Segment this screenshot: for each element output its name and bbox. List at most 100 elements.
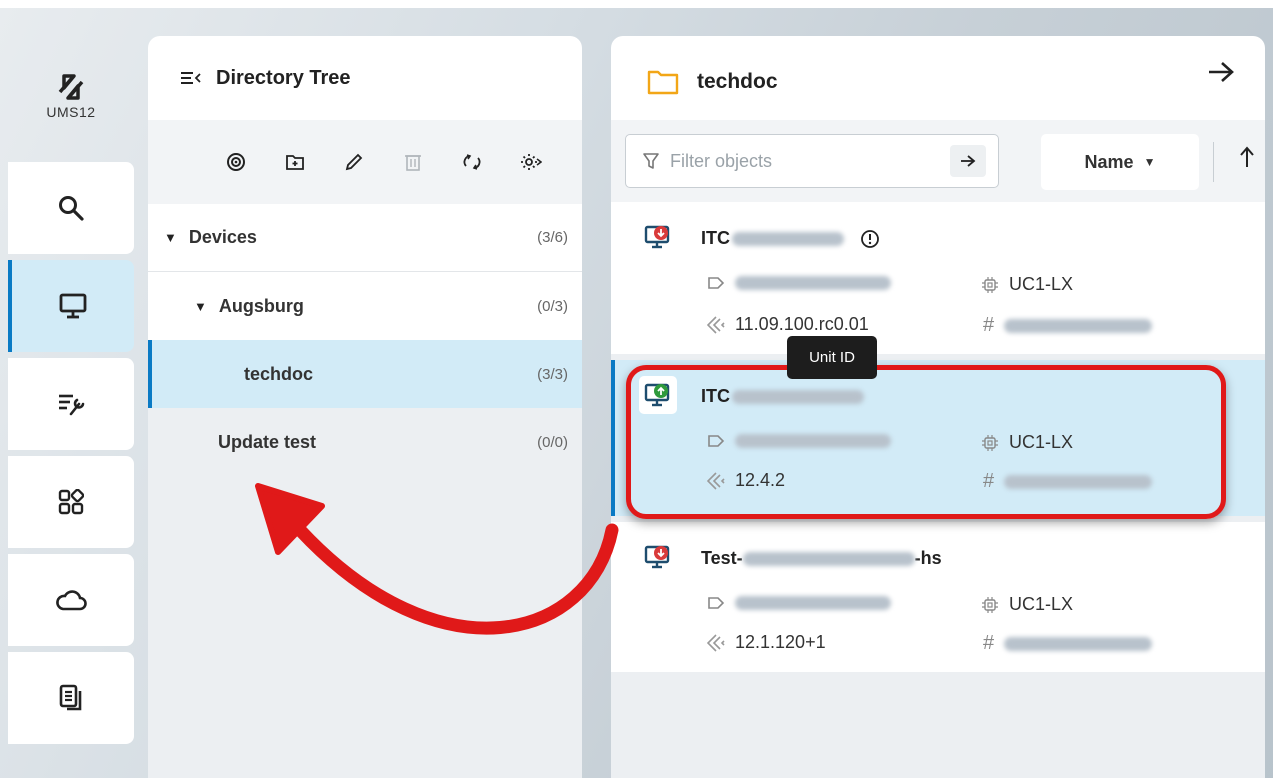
chevron-down-icon: ▼ [1143, 155, 1156, 169]
content-header: techdoc [611, 36, 1265, 120]
delete-icon [404, 155, 421, 171]
unit-id-tooltip: Unit ID [787, 336, 877, 379]
device-model: UC1-LX [1009, 594, 1074, 614]
logo-icon [58, 74, 84, 100]
top-border [0, 0, 1287, 8]
unit-id-row [707, 596, 891, 610]
collapse-menu-icon[interactable] [180, 70, 202, 86]
device-name-suffix: -hs [914, 548, 942, 568]
tree-node-techdoc[interactable]: techdoc (3/3) [148, 340, 582, 408]
search-icon [59, 196, 84, 221]
redacted-value [742, 551, 915, 566]
toolbar-divider [1213, 142, 1214, 182]
device-name: ITC [701, 228, 880, 249]
sort-field-button[interactable]: Name ▼ [1041, 134, 1199, 190]
rail-cloud-button[interactable] [8, 554, 134, 646]
device-name: Test- -hs [701, 548, 942, 569]
right-border [1273, 0, 1287, 778]
redacted-value [732, 231, 844, 246]
tree-toolbar [148, 120, 582, 204]
hash-icon: # [983, 632, 995, 654]
tree-node-devices[interactable]: ▼ Devices (3/6) [148, 204, 582, 272]
tree-node-label: Augsburg [218, 295, 304, 316]
device-item[interactable]: Test- -hs UC1-LX 12.1.120+1 # [611, 522, 1265, 672]
refresh-button[interactable] [442, 142, 501, 182]
tag-icon [708, 597, 725, 609]
expand-caret-icon[interactable]: ▼ [164, 230, 177, 245]
device-firmware: 12.1.120+1 [735, 632, 826, 652]
document-icon [59, 684, 82, 711]
firmware-icon [707, 633, 725, 652]
ip-row: # [983, 632, 1153, 655]
tree-node-count: (0/0) [537, 433, 568, 451]
tree-title: Directory Tree [216, 66, 351, 89]
folder-title: techdoc [697, 70, 778, 93]
tree-node-count: (3/6) [537, 229, 568, 246]
config-tools-icon [59, 394, 85, 416]
tree-node-count: (3/3) [537, 365, 568, 383]
firmware-row: 12.1.120+1 [707, 632, 826, 653]
apps-grid-icon [58, 489, 84, 515]
firmware-row: 11.09.100.rc0.01 [707, 314, 869, 335]
filter-box [625, 134, 999, 188]
sort-direction-icon[interactable] [1239, 146, 1255, 168]
rail-logs-button[interactable] [8, 652, 134, 744]
chip-icon [982, 596, 998, 613]
sort-field-label: Name [1084, 151, 1134, 172]
tag-icon [708, 277, 725, 289]
ip-row: # [983, 314, 1153, 337]
app-logo: UMS12 [8, 36, 134, 156]
cloud-icon [56, 590, 87, 611]
warning-icon [861, 229, 879, 248]
monitor-offline-icon [644, 225, 670, 249]
monitor-offline-icon [644, 545, 670, 569]
firmware-icon [707, 315, 725, 334]
tree-header: Directory Tree [148, 36, 582, 120]
tree-node-label: Update test [218, 431, 317, 452]
new-folder-icon [285, 155, 304, 170]
edit-icon [345, 153, 362, 171]
redacted-value [1004, 636, 1153, 651]
content-toolbar: Name ▼ [611, 120, 1265, 202]
locate-button[interactable] [206, 142, 265, 182]
new-folder-button[interactable] [265, 142, 324, 182]
settings-icon [520, 154, 542, 170]
device-item[interactable]: ITC UC1-LX 11.09.100.rc0.01 # [611, 202, 1265, 354]
tree-node-update-test[interactable]: Update test (0/0) [148, 408, 582, 476]
device-status-icon [639, 538, 677, 576]
rail-configuration-button[interactable] [8, 358, 134, 450]
refresh-icon [463, 154, 480, 170]
tree-node-count: (0/3) [537, 297, 568, 315]
unit-id-row [707, 276, 891, 290]
hash-icon: # [983, 314, 995, 336]
filter-apply-button[interactable] [950, 145, 986, 177]
settings-button[interactable] [501, 142, 560, 182]
rail-apps-button[interactable] [8, 456, 134, 548]
redacted-value [735, 596, 891, 610]
monitor-icon [59, 293, 87, 319]
rail-devices-button[interactable] [8, 260, 134, 352]
filter-icon [643, 153, 659, 169]
arrow-right-icon[interactable] [1207, 60, 1235, 84]
expand-caret-icon[interactable]: ▼ [194, 299, 207, 314]
redacted-value [735, 276, 891, 290]
tree-node-label: Devices [188, 227, 257, 247]
model-row: UC1-LX [981, 594, 1073, 615]
rail-search-button[interactable] [8, 162, 134, 254]
edit-button[interactable] [324, 142, 383, 182]
tree-node-label: techdoc [244, 363, 314, 384]
device-name-text: ITC [701, 228, 730, 248]
device-firmware: 11.09.100.rc0.01 [735, 314, 869, 334]
filter-input[interactable] [668, 149, 932, 173]
device-model: UC1-LX [1009, 274, 1074, 294]
navigation-rail: UMS12 [0, 36, 134, 778]
device-status-icon [639, 218, 677, 256]
tree-body: ▼ Devices (3/6) ▼ Augsburg (0/3) techdoc… [148, 204, 582, 778]
device-name-text: Test- [701, 548, 743, 568]
arrow-right-icon [961, 155, 976, 167]
tree-node-augsburg[interactable]: ▼ Augsburg (0/3) [148, 272, 582, 340]
redacted-value [1004, 318, 1153, 333]
delete-button[interactable] [383, 142, 442, 182]
logo-text: UMS12 [46, 104, 96, 120]
directory-tree-panel: Directory Tree ▼ Devices (3/6) ▼ Augsbur… [148, 36, 582, 778]
